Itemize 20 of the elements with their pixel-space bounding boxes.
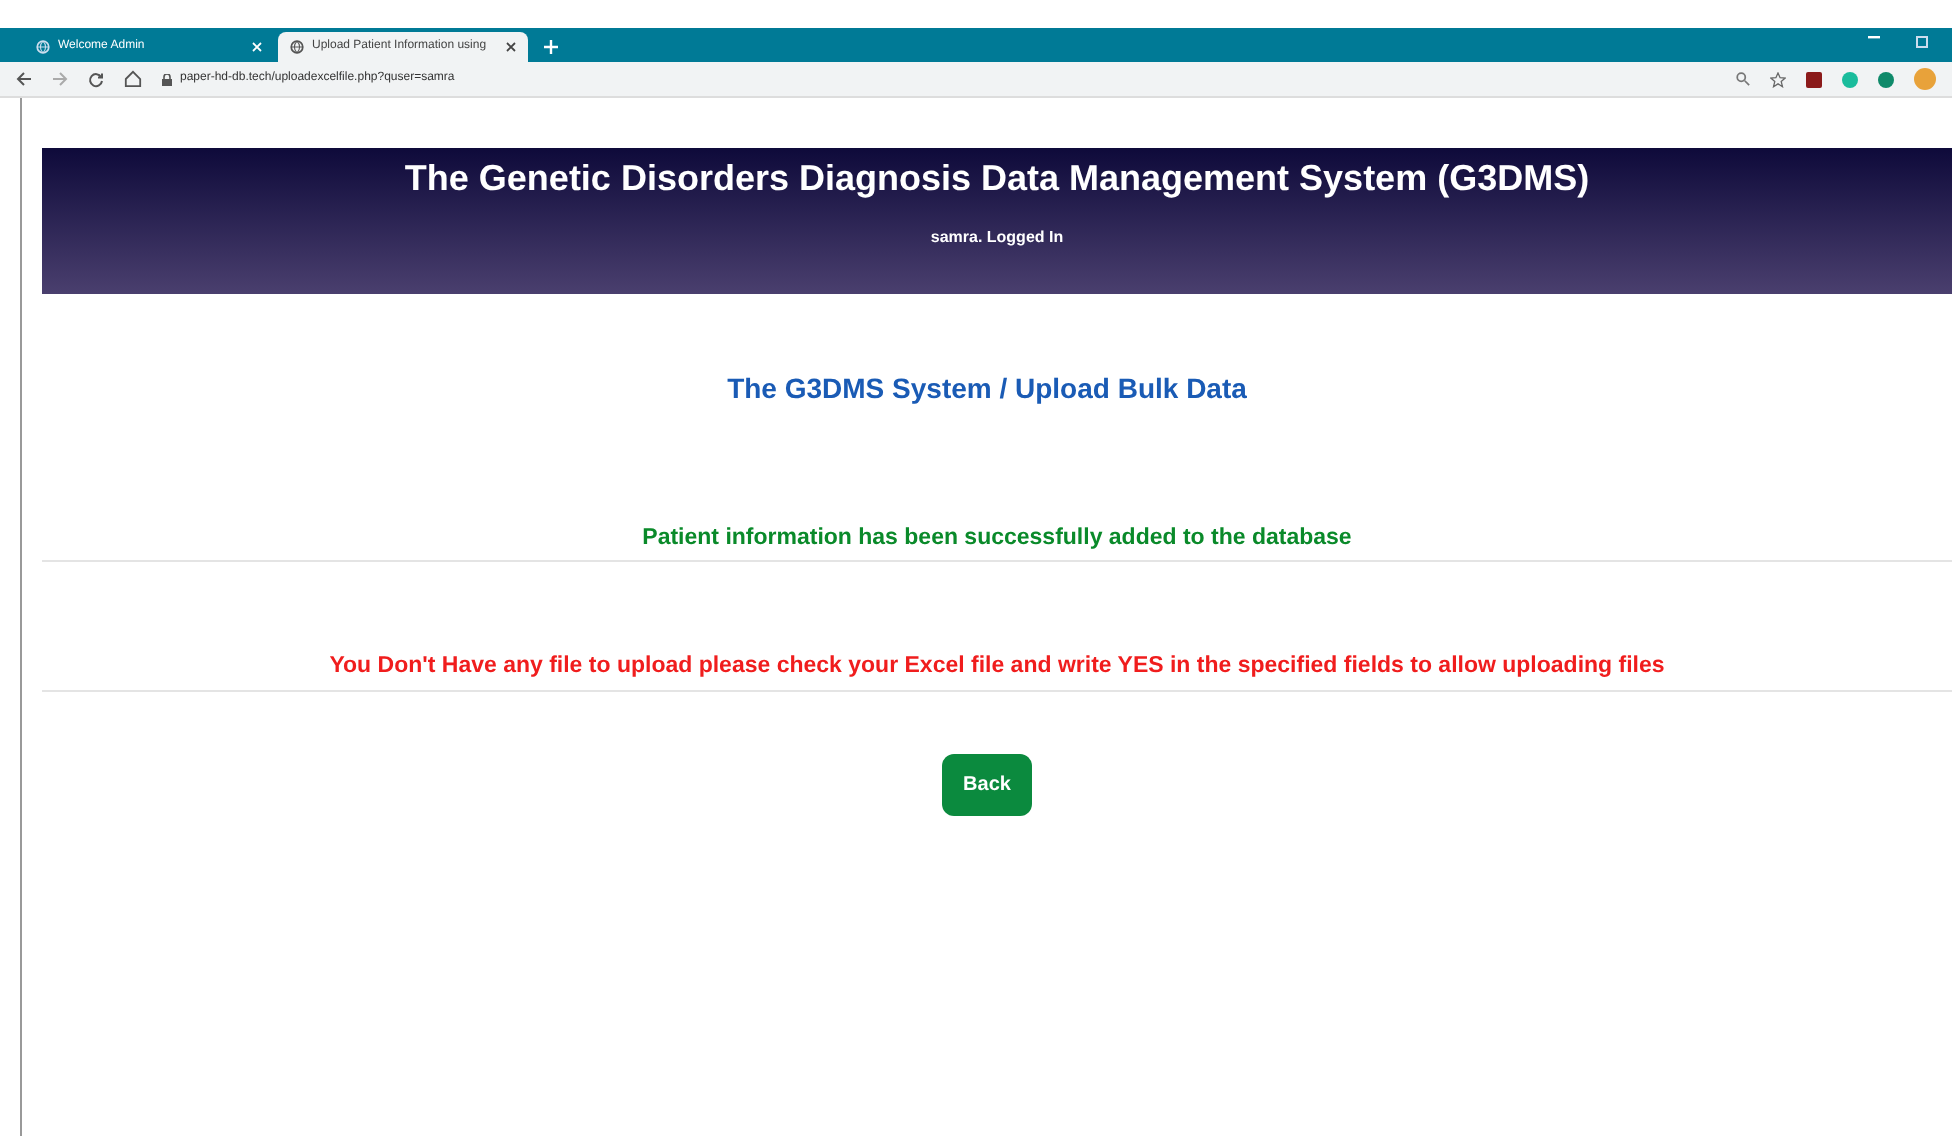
zoom-icon[interactable] (1736, 72, 1750, 86)
logged-in-user: samra. Logged In (930, 225, 1064, 250)
page-heading: The G3DMS System / Upload Bulk Data (727, 370, 1247, 408)
lock-icon (162, 73, 172, 85)
home-icon[interactable] (124, 70, 142, 88)
restore-icon[interactable] (1916, 35, 1928, 47)
minimize-icon[interactable] (1868, 35, 1880, 39)
success-message: Patient information has been successfully added to the database (42, 522, 1952, 563)
error-message: You Don't Have any file to upload please check your Excel file and write YES in the specified fields to allow uploading files (42, 650, 1952, 691)
extension-icon[interactable] (1878, 71, 1894, 87)
reload-icon[interactable] (88, 71, 104, 87)
globe-icon (36, 40, 50, 54)
site-title: The Genetic Disorders Diagnosis Data Management System (G3DMS) (404, 158, 1590, 202)
close-icon[interactable] (506, 42, 516, 52)
new-tab-icon[interactable] (544, 40, 558, 54)
extension-icon[interactable] (1806, 71, 1822, 87)
back-arrow-icon[interactable] (16, 72, 32, 86)
back-button[interactable]: Back (941, 753, 1033, 815)
star-icon[interactable] (1770, 71, 1786, 87)
globe-icon (290, 40, 304, 54)
